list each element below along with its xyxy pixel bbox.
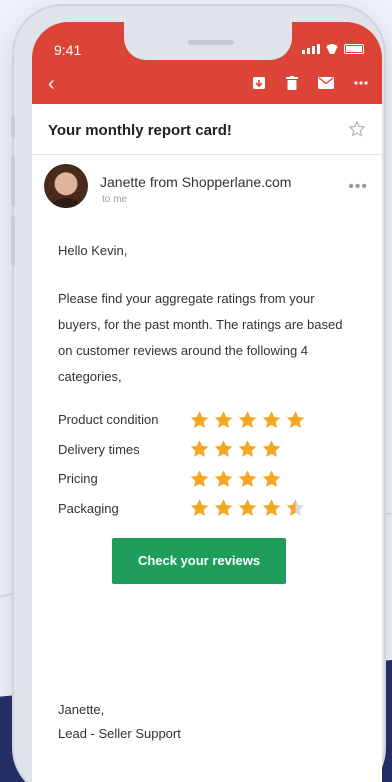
avatar xyxy=(44,164,88,208)
rating-star-icon xyxy=(238,499,257,517)
rating-row: Delivery times xyxy=(58,435,358,465)
phone-mute-switch xyxy=(11,116,15,138)
rating-star-icon xyxy=(214,499,233,517)
message-more-icon[interactable]: ••• xyxy=(348,178,368,196)
rating-star-icon xyxy=(190,411,209,428)
signal-icon xyxy=(302,44,320,54)
email-toolbar: ‹ xyxy=(32,70,382,100)
status-time: 9:41 xyxy=(54,42,82,58)
rating-star-icon xyxy=(190,499,209,517)
phone-screen: 9:41 ‹ Your monthly report card! Janette… xyxy=(32,22,382,782)
rating-stars xyxy=(188,497,307,519)
phone-volume-up xyxy=(11,156,15,206)
back-arrow-icon[interactable]: ‹ xyxy=(48,74,55,94)
phone-frame: 9:41 ‹ Your monthly report card! Janette… xyxy=(11,6,384,782)
rating-star-icon xyxy=(214,440,233,458)
mail-icon[interactable] xyxy=(318,77,334,89)
rating-stars xyxy=(188,468,283,490)
rating-star-icon xyxy=(262,470,281,487)
rating-row: Packaging xyxy=(58,494,358,524)
phone-volume-down xyxy=(11,216,15,266)
sender-name: Janette from Shopperlane.com xyxy=(100,174,292,190)
more-icon[interactable] xyxy=(354,81,368,85)
rating-label: Pricing xyxy=(58,471,98,487)
star-outline-icon[interactable] xyxy=(348,120,366,138)
rating-star-icon xyxy=(238,470,257,487)
rating-star-icon xyxy=(286,499,305,517)
rating-star-icon xyxy=(238,440,257,458)
recipient-label: to me xyxy=(102,194,128,205)
rating-stars xyxy=(188,438,283,460)
header-divider xyxy=(32,154,382,155)
email-greeting: Hello Kevin, xyxy=(58,243,128,258)
rating-star-icon xyxy=(262,440,281,458)
rating-star-icon xyxy=(214,411,233,428)
rating-label: Packaging xyxy=(58,500,119,516)
signature-name: Janette, xyxy=(58,702,105,717)
rating-star-icon xyxy=(190,440,209,458)
email-subject: Your monthly report card! xyxy=(48,122,232,139)
trash-icon[interactable] xyxy=(286,76,298,90)
rating-label: Delivery times xyxy=(58,441,140,457)
archive-icon[interactable] xyxy=(252,76,266,90)
signature-role: Lead - Seller Support xyxy=(58,726,181,741)
rating-star-icon xyxy=(286,411,305,428)
rating-star-icon xyxy=(190,470,209,487)
email-paragraph: Please find your aggregate ratings from … xyxy=(58,291,343,384)
wifi-icon xyxy=(325,44,339,54)
rating-star-icon xyxy=(262,411,281,428)
rating-row: Product condition xyxy=(58,405,358,435)
rating-stars xyxy=(188,409,307,431)
app-header: 9:41 ‹ xyxy=(32,22,382,104)
battery-icon xyxy=(344,44,364,54)
rating-star-icon xyxy=(214,470,233,487)
rating-label: Product condition xyxy=(58,412,159,428)
rating-row: Pricing xyxy=(58,464,358,494)
rating-star-icon xyxy=(238,411,257,428)
status-icons xyxy=(302,40,364,54)
check-reviews-button[interactable]: Check your reviews xyxy=(112,538,286,584)
ratings-list: Product condition Delivery times Pricing… xyxy=(58,405,358,523)
phone-notch xyxy=(124,22,292,60)
rating-star-icon xyxy=(262,499,281,517)
